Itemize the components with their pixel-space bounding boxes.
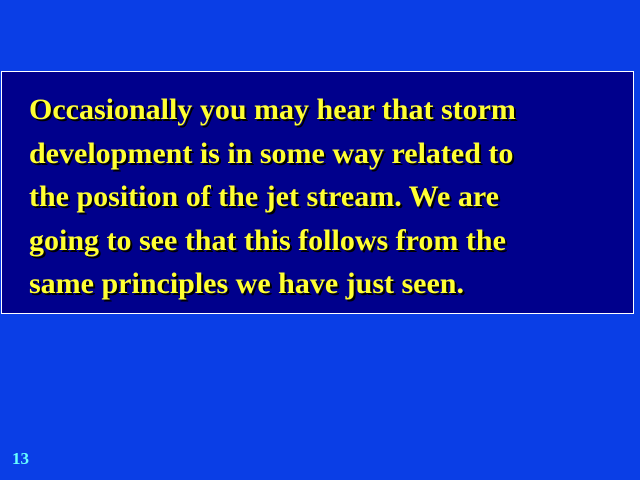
slide-number: 13 bbox=[12, 449, 29, 468]
text-box: Occasionally you may hear that storm dev… bbox=[1, 71, 634, 314]
slide: Occasionally you may hear that storm dev… bbox=[0, 0, 640, 480]
body-text: Occasionally you may hear that storm dev… bbox=[29, 93, 516, 300]
